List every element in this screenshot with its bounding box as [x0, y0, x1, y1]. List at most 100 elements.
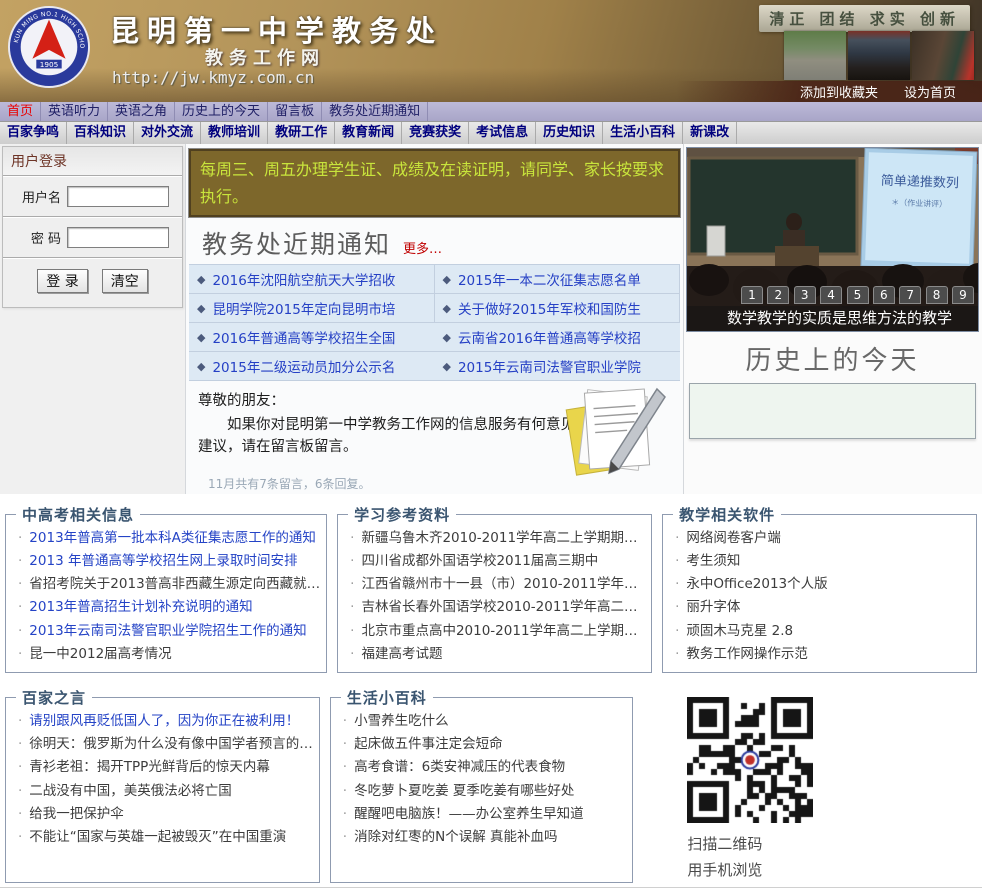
secondary-nav-item[interactable]: 百科知识: [67, 122, 135, 144]
notice-link[interactable]: 云南省2016年普通高等学校招: [458, 327, 641, 347]
software-item[interactable]: 教务工作网操作示范: [673, 643, 970, 666]
primary-nav-item[interactable]: 首页: [0, 102, 42, 121]
exam-info-item[interactable]: 2013年普高第一批本科A类征集志愿工作的通知: [16, 527, 320, 550]
life-tips-item[interactable]: 消除对红枣的N个误解 真能补血吗: [341, 826, 627, 849]
slideshow-page-button[interactable]: 8: [925, 286, 948, 304]
notice-row: ◆ 云南省2016年普通高等学校招: [434, 323, 680, 353]
exam-info-item[interactable]: 2013年云南司法警官职业学院招生工作的通知: [16, 620, 320, 643]
secondary-nav-item[interactable]: 竞赛获奖: [402, 122, 470, 144]
slideshow-page-button[interactable]: 7: [899, 286, 922, 304]
software-title: 教学相关软件: [673, 503, 782, 525]
voices-item[interactable]: 二战没有中国，美英俄法必将亡国: [16, 780, 313, 803]
voices-item[interactable]: 不能让“国家与英雄一起被毁灭”在中国重演: [16, 826, 313, 849]
qr-caption-line2: 用手机浏览: [687, 861, 763, 880]
clear-button[interactable]: 清空: [101, 269, 148, 293]
voices-item[interactable]: 青衫老祖：揭开TPP光鲜背后的惊天内幕: [16, 756, 313, 779]
primary-nav-item[interactable]: 留言板: [268, 102, 323, 121]
notice-link[interactable]: 2015年云南司法警官职业学院: [458, 356, 641, 376]
slideshow-page-button[interactable]: 9: [952, 286, 974, 304]
study-materials-title: 学习参考资料: [348, 503, 457, 525]
add-favorite-link[interactable]: 添加到收藏夹: [800, 82, 878, 101]
notice-link[interactable]: 昆明学院2015年定向昆明市培: [212, 298, 395, 318]
study-material-item[interactable]: 四川省成都外国语学校2011届高三期中: [348, 550, 645, 573]
slideshow-page-button[interactable]: 1: [741, 286, 763, 304]
slideshow-pager: 123456789: [741, 286, 974, 304]
life-tips-item[interactable]: 小雪养生吃什么: [341, 710, 627, 733]
software-item[interactable]: 丽升字体: [673, 596, 970, 619]
life-tips-item[interactable]: 高考食谱：6类安神减压的代表食物: [341, 756, 627, 779]
slideshow-page-button[interactable]: 2: [767, 286, 790, 304]
secondary-nav-item[interactable]: 教研工作: [268, 122, 336, 144]
life-tips-item[interactable]: 冬吃萝卜夏吃姜 夏季吃姜有哪些好处: [341, 780, 627, 803]
qr-code-area: 扫描二维码 用手机浏览: [643, 691, 977, 884]
slideshow-page-button[interactable]: 6: [872, 286, 895, 304]
primary-nav-item[interactable]: 教务处近期通知: [322, 102, 429, 121]
study-material-item[interactable]: 吉林省长春外国语学校2010-2011学年高二…: [348, 596, 645, 619]
notice-link[interactable]: 2015年二级运动员加分公示名: [212, 356, 395, 376]
username-input[interactable]: [67, 186, 169, 207]
secondary-nav-item[interactable]: 教师培训: [201, 122, 269, 144]
more-link[interactable]: 更多…: [403, 238, 442, 257]
notice-link[interactable]: 2016年普通高等学校招生全国: [212, 327, 395, 347]
exam-info-item[interactable]: 2013年普高招生计划补充说明的通知: [16, 596, 320, 619]
secondary-nav-item[interactable]: 对外交流: [134, 122, 202, 144]
password-input[interactable]: [67, 227, 169, 248]
notices-title: 教务处近期通知: [202, 230, 392, 260]
secondary-nav-item[interactable]: 新课改: [683, 122, 738, 144]
slideshow-page-button[interactable]: 5: [846, 286, 869, 304]
password-row: 密 码: [3, 218, 182, 259]
logo-year: 1905: [40, 60, 59, 69]
page: KUN MING NO.1 HIGH SCHOOL 1905 昆明第一中学教务处…: [0, 0, 982, 893]
primary-nav-item[interactable]: 英语听力: [41, 102, 109, 121]
school-logo: KUN MING NO.1 HIGH SCHOOL 1905: [8, 6, 90, 88]
photo-slideshow: 简单递推数列 ＊（作业讲评） 123456 7 8 9 数学教学的实质是思维方法…: [686, 147, 979, 332]
password-label: 密 码: [30, 232, 61, 247]
software-item[interactable]: 网络阅卷客户端: [673, 527, 970, 550]
secondary-nav-item[interactable]: 生活小百科: [603, 122, 684, 144]
quick-links: 添加到收藏夹 设为首页: [676, 81, 982, 102]
exam-info-item[interactable]: 昆一中2012届高考情况: [16, 643, 320, 666]
secondary-nav-item[interactable]: 考试信息: [469, 122, 537, 144]
meeting-photo: [912, 31, 974, 80]
life-tips-item[interactable]: 起床做五件事注定会短命: [341, 733, 627, 756]
notice-row: ◆ 2015年云南司法警官职业学院: [434, 352, 680, 382]
secondary-nav-item[interactable]: 教育新闻: [335, 122, 403, 144]
life-tips-item[interactable]: 醒醒吧电脑族！——办公室养生早知道: [341, 803, 627, 826]
voices-item[interactable]: 请别跟风再贬低国人了，因为你正在被利用！: [16, 710, 313, 733]
notice-link[interactable]: 2016年沈阳航空航天大学招收: [212, 269, 395, 289]
notice-link[interactable]: 2015年一本二次征集志愿名单: [458, 269, 641, 289]
today-in-history-title: 历史上的今天: [745, 346, 920, 376]
right-column: 简单递推数列 ＊（作业讲评） 123456 7 8 9 数学教学的实质是思维方法…: [684, 144, 981, 494]
exam-info-box: 中高考相关信息 2013年普高第一批本科A类征集志愿工作的通知2013 年普通高…: [5, 503, 328, 673]
username-row: 用户名: [3, 177, 182, 218]
software-item[interactable]: 考生须知: [673, 550, 970, 573]
guestbook-message: 尊敬的朋友： 如果你对昆明第一中学教务工作网的信息服务有何意见或建议，请在留言板…: [186, 381, 683, 493]
notice-link[interactable]: 关于做好2015年军校和国防生: [458, 298, 641, 318]
info-box-row: 中高考相关信息 2013年普高第一批本科A类征集志愿工作的通知2013 年普通高…: [0, 493, 982, 677]
center-column: 每周三、周五办理学生证、成绩及在读证明，请同学、家长按要求执行。 教务处近期通知…: [186, 144, 684, 494]
primary-nav-item[interactable]: 英语之角: [108, 102, 176, 121]
slideshow-page-button[interactable]: 4: [820, 286, 843, 304]
voices-title: 百家之言: [16, 686, 93, 708]
study-material-item[interactable]: 新疆乌鲁木齐2010-2011学年高二上学期期…: [348, 527, 645, 550]
secondary-nav-item[interactable]: 百家争鸣: [0, 122, 68, 144]
study-material-item[interactable]: 北京市重点高中2010-2011学年高二上学期…: [348, 620, 645, 643]
secondary-nav-item[interactable]: 历史知识: [536, 122, 604, 144]
set-homepage-link[interactable]: 设为首页: [904, 82, 956, 101]
software-item[interactable]: 永中Office2013个人版: [673, 573, 970, 596]
study-material-item[interactable]: 福建高考试题: [348, 643, 645, 666]
notice-row: ◆ 昆明学院2015年定向昆明市培: [189, 294, 435, 324]
study-material-item[interactable]: 江西省赣州市十一县（市）2010-2011学年…: [348, 573, 645, 596]
header-banner: KUN MING NO.1 HIGH SCHOOL 1905 昆明第一中学教务处…: [0, 0, 982, 102]
qr-code: [687, 696, 814, 823]
voices-item[interactable]: 徐明天：俄罗斯为什么没有像中国学者预言的…: [16, 733, 313, 756]
exam-info-item[interactable]: 2013 年普通高等学校招生网上录取时间安排: [16, 550, 320, 573]
exam-info-item[interactable]: 省招考院关于2013普高非西藏生源定向西藏就…: [16, 573, 320, 596]
slideshow-page-button[interactable]: 3: [793, 286, 816, 304]
voices-item[interactable]: 给我一把保护伞: [16, 803, 313, 826]
software-item[interactable]: 顽固木马克星 2.8: [673, 620, 970, 643]
primary-nav-item[interactable]: 历史上的今天: [175, 102, 269, 121]
diamond-bullet-icon: ◆: [442, 330, 451, 344]
login-button[interactable]: 登 录: [37, 269, 88, 293]
software-box: 教学相关软件 网络阅卷客户端考生须知永中Office2013个人版丽升字体顽固木…: [662, 503, 977, 673]
